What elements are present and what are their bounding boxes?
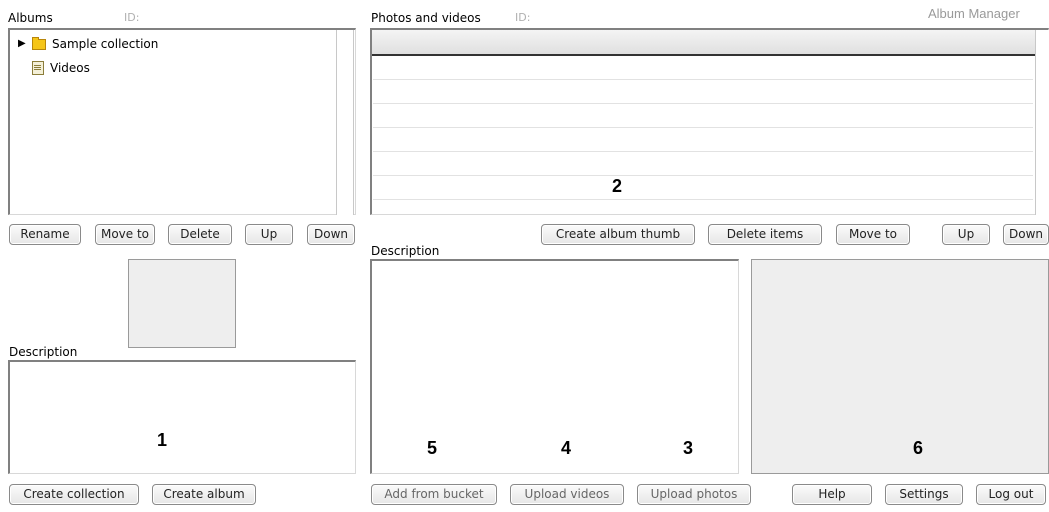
- marker-3: 3: [683, 438, 694, 458]
- photos-down-button[interactable]: Down: [1003, 224, 1049, 245]
- create-album-button[interactable]: Create album: [152, 484, 256, 505]
- album-description-label: Description: [9, 345, 78, 359]
- upload-photos-button[interactable]: Upload photos: [637, 484, 751, 505]
- grid-line: [373, 79, 1033, 80]
- photos-list-header: [372, 30, 1035, 56]
- tree-item-sample-collection[interactable]: ▶ Sample collection: [18, 35, 158, 53]
- photos-list[interactable]: [370, 28, 1049, 215]
- folder-icon: [32, 36, 46, 50]
- photos-title: Photos and videos: [371, 11, 481, 25]
- app-title: Album Manager: [928, 6, 1020, 21]
- help-button[interactable]: Help: [792, 484, 872, 505]
- albums-tree[interactable]: ▶ Sample collection Videos: [8, 28, 356, 215]
- photos-up-button[interactable]: Up: [942, 224, 990, 245]
- upload-videos-button[interactable]: Upload videos: [510, 484, 624, 505]
- create-album-thumb-button[interactable]: Create album thumb: [541, 224, 695, 245]
- rename-button[interactable]: Rename: [9, 224, 81, 245]
- album-move-to-button[interactable]: Move to: [95, 224, 155, 245]
- create-collection-button[interactable]: Create collection: [9, 484, 139, 505]
- grid-line: [373, 199, 1033, 200]
- marker-5: 5: [427, 438, 438, 458]
- photos-move-to-button[interactable]: Move to: [836, 224, 910, 245]
- delete-items-button[interactable]: Delete items: [708, 224, 822, 245]
- grid-line: [373, 151, 1033, 152]
- tree-item-videos[interactable]: Videos: [18, 59, 90, 77]
- add-from-bucket-button[interactable]: Add from bucket: [371, 484, 497, 505]
- album-icon: [32, 61, 44, 75]
- photos-scrollbar[interactable]: [1035, 30, 1049, 215]
- grid-line: [373, 127, 1033, 128]
- albums-title: Albums: [8, 11, 53, 25]
- marker-2: 2: [612, 176, 623, 196]
- tree-item-label: Videos: [50, 61, 90, 75]
- albums-id-label: ID:: [124, 11, 140, 24]
- marker-6: 6: [913, 438, 924, 458]
- settings-button[interactable]: Settings: [885, 484, 963, 505]
- marker-1: 1: [157, 430, 168, 450]
- album-up-button[interactable]: Up: [245, 224, 293, 245]
- albums-scrollbar[interactable]: [336, 30, 354, 215]
- tree-item-label: Sample collection: [52, 37, 159, 51]
- item-description-label: Description: [371, 244, 440, 258]
- expand-arrow-icon[interactable]: ▶: [18, 35, 28, 53]
- album-thumbnail: [128, 259, 236, 348]
- album-delete-button[interactable]: Delete: [168, 224, 232, 245]
- marker-4: 4: [561, 438, 572, 458]
- preview-panel: [751, 259, 1049, 474]
- grid-line: [373, 175, 1033, 176]
- album-down-button[interactable]: Down: [307, 224, 355, 245]
- album-description-field[interactable]: [8, 360, 356, 474]
- grid-line: [373, 103, 1033, 104]
- log-out-button[interactable]: Log out: [976, 484, 1046, 505]
- photos-id-label: ID:: [515, 11, 531, 24]
